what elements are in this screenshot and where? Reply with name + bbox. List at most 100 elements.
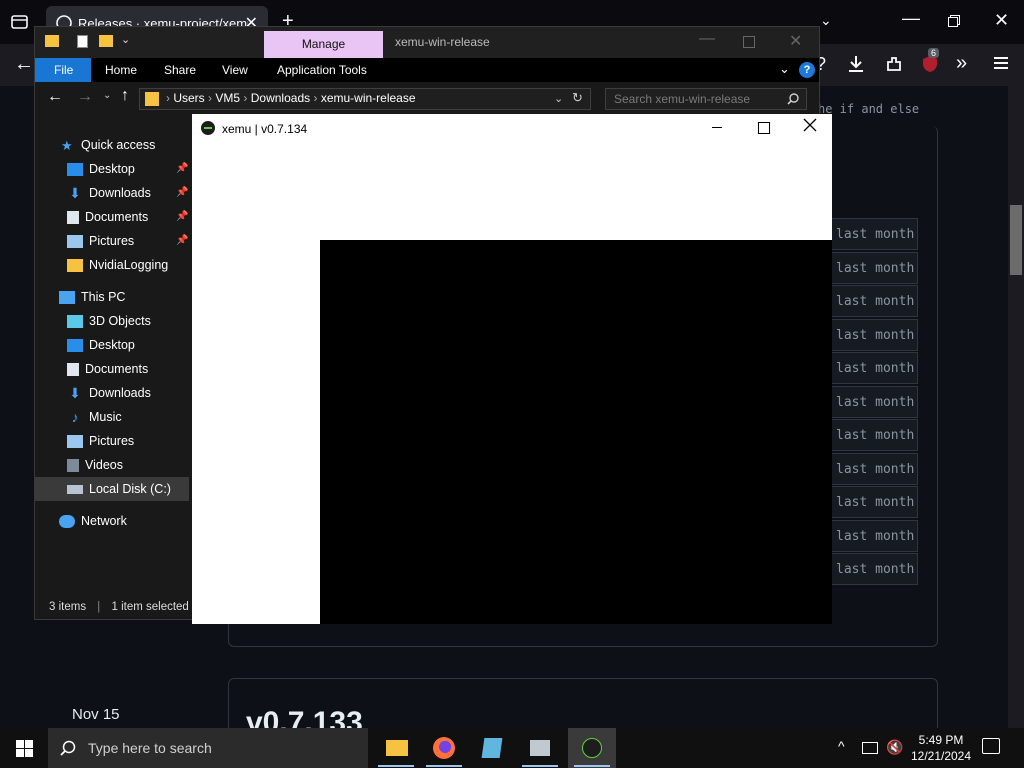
explorer-status-bar: 3 items | 1 item selected: [35, 595, 193, 619]
ribbon-tab-view[interactable]: View: [222, 58, 248, 82]
ribbon-tab-share[interactable]: Share: [164, 58, 196, 82]
film-icon: [67, 459, 79, 473]
xemu-title-bar[interactable]: xemu | v0.7.134: [192, 114, 832, 144]
minimize-explorer-icon[interactable]: —: [699, 30, 715, 48]
nav-pc-videos[interactable]: Videos: [67, 453, 123, 477]
music-note-icon: ♪: [71, 409, 79, 426]
taskbar-device-manager[interactable]: [516, 728, 564, 768]
computer-icon: [59, 291, 75, 305]
device-manager-icon: [530, 740, 550, 756]
ribbon-tab-home[interactable]: Home: [105, 58, 137, 82]
network-status-icon[interactable]: [862, 742, 878, 754]
taskbar-notepad[interactable]: [468, 728, 516, 768]
tab-list-icon[interactable]: [10, 13, 30, 31]
xemu-logo-icon: [201, 121, 215, 135]
menu-icon[interactable]: [992, 54, 1010, 72]
page-scrollbar[interactable]: [1008, 86, 1024, 728]
nav-network[interactable]: Network: [59, 509, 127, 533]
release-heading[interactable]: v0.7.133: [246, 704, 363, 728]
forward-arrow-icon[interactable]: →: [77, 88, 93, 106]
asset-date-5: last month: [832, 352, 918, 384]
asset-date-1: last month: [832, 218, 918, 250]
breadcrumb-folder[interactable]: xemu-win-release: [321, 91, 416, 105]
minimize-browser-icon[interactable]: —: [902, 8, 920, 29]
address-bar[interactable]: › Users › VM5 › Downloads › xemu-win-rel…: [139, 88, 591, 110]
breadcrumb-users[interactable]: Users: [173, 91, 204, 105]
help-icon[interactable]: ?: [799, 62, 815, 78]
close-explorer-icon[interactable]: ✕: [789, 31, 802, 51]
taskbar-file-explorer[interactable]: [372, 728, 420, 768]
maximize-explorer-icon[interactable]: [743, 36, 755, 48]
taskbar-search-input[interactable]: Type here to search: [48, 728, 368, 768]
breadcrumb-vm[interactable]: VM5: [215, 91, 240, 105]
nav-qa-pictures[interactable]: Pictures: [67, 229, 134, 253]
nav-pc-3d-objects[interactable]: 3D Objects: [67, 309, 151, 333]
downloads-icon[interactable]: [846, 54, 866, 74]
nav-qa-documents[interactable]: Documents: [67, 205, 148, 229]
ribbon-tab-application-tools[interactable]: Application Tools: [277, 58, 367, 82]
xemu-title: xemu | v0.7.134: [222, 122, 308, 136]
refresh-icon[interactable]: ↻: [572, 90, 583, 106]
list-all-tabs-icon[interactable]: ⌄: [820, 12, 832, 29]
nav-qa-desktop[interactable]: Desktop: [67, 157, 135, 181]
nav-pc-desktop[interactable]: Desktop: [67, 333, 135, 357]
nav-quick-access[interactable]: ★ Quick access: [61, 133, 155, 157]
xemu-window[interactable]: xemu | v0.7.134: [192, 114, 832, 624]
back-arrow-icon[interactable]: ←: [47, 88, 63, 106]
search-icon: [787, 92, 799, 105]
nav-pc-documents[interactable]: Documents: [67, 357, 148, 381]
page-scrollbar-thumb[interactable]: [1010, 205, 1022, 275]
folder-icon: [386, 740, 408, 756]
notepad-icon: [481, 738, 503, 758]
restore-browser-icon[interactable]: [948, 14, 960, 27]
taskbar-firefox[interactable]: [420, 728, 468, 768]
minimize-xemu-icon[interactable]: [712, 127, 722, 128]
puzzle-icon[interactable]: [884, 54, 904, 74]
breadcrumb-separator: ›: [313, 91, 321, 105]
notifications-icon[interactable]: [982, 738, 1000, 754]
close-xemu-icon[interactable]: [803, 118, 817, 132]
overflow-chevron-icon[interactable]: »: [956, 52, 967, 75]
desktop-icon: [67, 163, 83, 177]
folder-icon: [67, 259, 83, 273]
desktop-icon: [67, 339, 83, 353]
expand-ribbon-icon[interactable]: ⌄: [779, 61, 790, 77]
maximize-xemu-icon[interactable]: [758, 122, 770, 134]
taskbar: Type here to search ^ 🔇 5:49 PM 12/21/20…: [0, 728, 1024, 768]
star-icon: ★: [61, 138, 73, 154]
back-icon[interactable]: ←: [14, 53, 34, 76]
nav-pc-pictures[interactable]: Pictures: [67, 429, 134, 453]
download-arrow-icon: ⬇: [69, 385, 81, 402]
nav-pc-music[interactable]: ♪ Music: [67, 405, 122, 429]
manage-tab[interactable]: Manage: [264, 31, 383, 58]
nav-qa-downloads[interactable]: ⬇ Downloads: [67, 181, 151, 205]
asset-date-7: last month: [832, 419, 918, 451]
nav-pc-local-disk[interactable]: Local Disk (C:): [35, 477, 189, 501]
nav-qa-nvidialogging[interactable]: NvidiaLogging: [67, 253, 168, 277]
clock-time: 5:49 PM: [918, 733, 964, 747]
asset-date-4: last month: [832, 319, 918, 351]
properties-icon[interactable]: [77, 35, 88, 48]
pictures-icon: [67, 235, 83, 249]
close-browser-icon[interactable]: ✕: [994, 10, 1009, 31]
taskbar-xemu[interactable]: [568, 728, 616, 768]
ribbon-tab-file[interactable]: File: [35, 58, 91, 82]
windows-start-icon[interactable]: [16, 740, 33, 757]
explorer-search-input[interactable]: Search xemu-win-release: [605, 88, 807, 110]
volume-muted-icon[interactable]: 🔇: [886, 739, 903, 756]
nav-pc-downloads[interactable]: ⬇ Downloads: [67, 381, 151, 405]
pin-icon: 📌: [176, 187, 189, 198]
show-hidden-icons-icon[interactable]: ^: [838, 738, 845, 754]
drive-icon: [67, 485, 83, 495]
up-arrow-icon[interactable]: ↑: [121, 87, 129, 105]
breadcrumb-downloads[interactable]: Downloads: [251, 91, 310, 105]
quick-access-toolbar-icon[interactable]: ⌄: [121, 33, 130, 46]
recent-locations-icon[interactable]: ⌄: [103, 90, 111, 101]
nav-this-pc[interactable]: This PC: [59, 285, 125, 309]
system-clock[interactable]: 5:49 PM 12/21/2024: [906, 732, 976, 764]
ublock-icon[interactable]: 6: [920, 48, 940, 74]
xemu-render-surface[interactable]: [320, 240, 832, 624]
asset-date-3: last month: [832, 285, 918, 317]
new-folder-icon[interactable]: [99, 35, 113, 47]
address-dropdown-icon[interactable]: ⌄: [554, 92, 563, 105]
